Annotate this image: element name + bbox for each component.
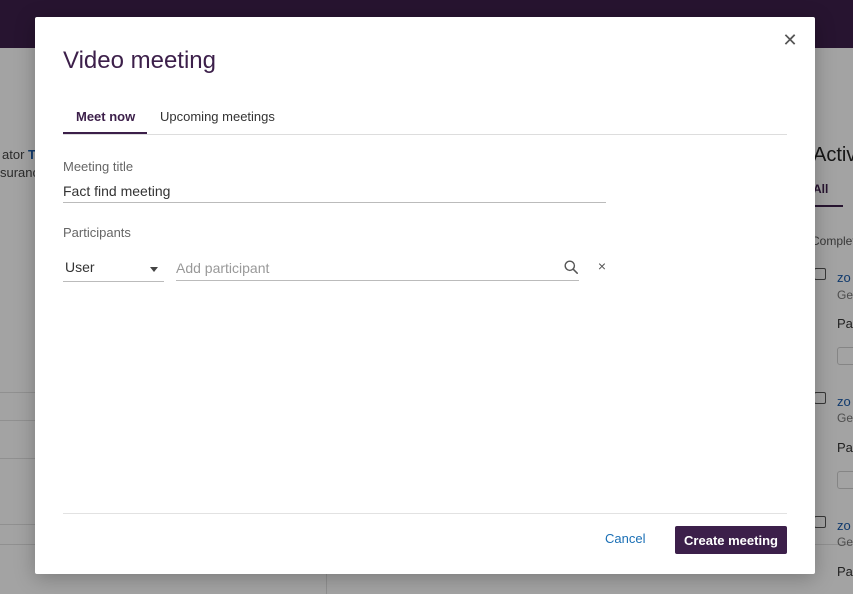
clear-participant-icon[interactable]: × xyxy=(595,259,609,273)
participant-type-select[interactable]: User xyxy=(63,256,164,282)
meeting-title-input[interactable] xyxy=(63,179,606,203)
tab-meet-now[interactable]: Meet now xyxy=(76,101,135,135)
meeting-title-label: Meeting title xyxy=(63,159,134,174)
participants-label: Participants xyxy=(63,225,131,240)
dialog-tabs: Meet now Upcoming meetings xyxy=(63,101,787,135)
add-participant-input[interactable] xyxy=(176,255,579,281)
close-icon[interactable]: ✕ xyxy=(781,31,799,49)
chevron-down-icon xyxy=(150,267,158,272)
search-icon[interactable] xyxy=(564,260,578,274)
active-tab-indicator xyxy=(63,132,147,134)
dialog-title: Video meeting xyxy=(63,47,216,74)
tab-upcoming-meetings[interactable]: Upcoming meetings xyxy=(160,101,275,135)
participant-type-value: User xyxy=(65,259,95,275)
video-meeting-dialog: ✕ Video meeting Meet now Upcoming meetin… xyxy=(35,17,815,574)
create-meeting-button[interactable]: Create meeting xyxy=(675,526,787,554)
cancel-button[interactable]: Cancel xyxy=(605,531,645,546)
footer-divider xyxy=(63,513,787,514)
